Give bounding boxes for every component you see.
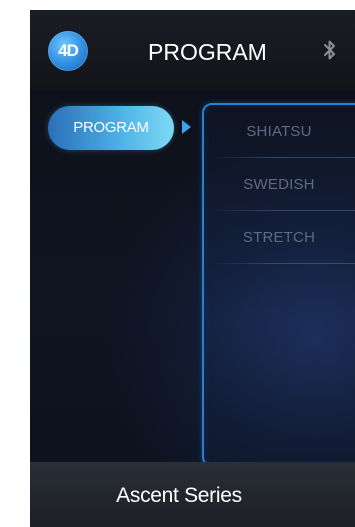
divider	[212, 210, 355, 211]
triangle-right-icon	[182, 120, 191, 134]
program-category-button[interactable]: PROGRAM	[48, 106, 174, 150]
program-item-stretch[interactable]: STRETCH	[204, 213, 354, 263]
divider	[212, 263, 355, 264]
logo-text: 4D	[58, 41, 79, 60]
app-screen: 4D PROGRAM PROGRAM SHIATSU SWEDISH STRET…	[30, 10, 355, 527]
bluetooth-icon[interactable]	[323, 38, 337, 62]
series-label: Ascent Series	[116, 484, 242, 507]
program-item-swedish[interactable]: SWEDISH	[204, 160, 354, 210]
brand-logo: 4D	[48, 31, 88, 71]
program-list-panel: SHIATSU SWEDISH STRETCH	[202, 103, 355, 467]
divider	[212, 157, 355, 158]
footer-bar: Ascent Series	[30, 462, 355, 527]
header-bar: 4D PROGRAM	[30, 10, 355, 90]
page-title: PROGRAM	[148, 39, 267, 65]
program-item-shiatsu[interactable]: SHIATSU	[204, 107, 354, 157]
